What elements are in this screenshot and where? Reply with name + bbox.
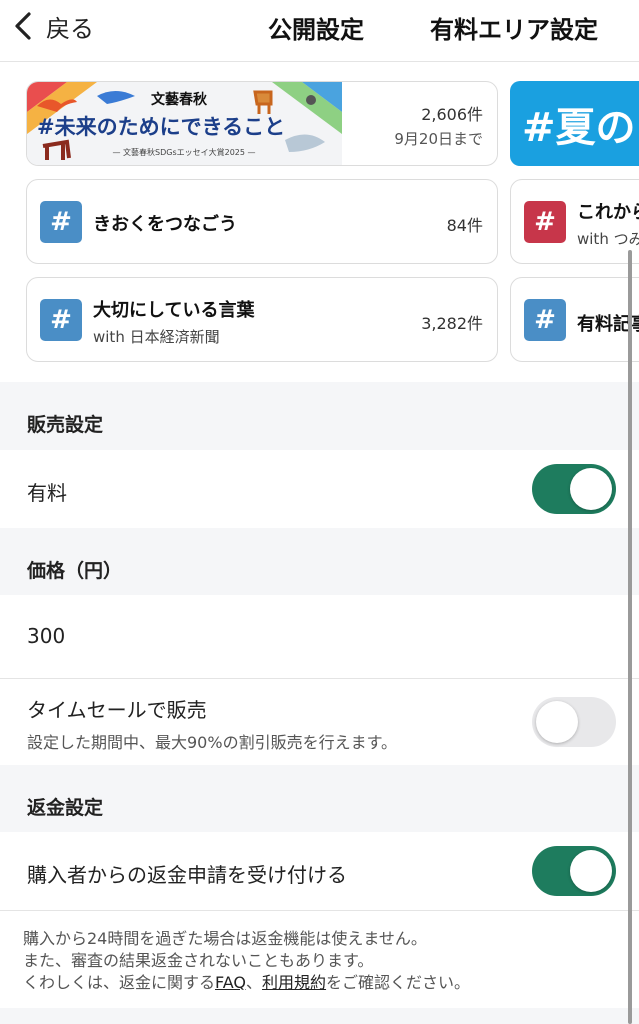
contest-banner-card[interactable]: 文藝春秋 #未来のためにできること — 文藝春秋SDGsエッセイ大賞2025 —…: [26, 81, 498, 166]
banner-deadline: 9月20日まで: [394, 130, 483, 148]
hashtag-partner: with つみ: [577, 230, 639, 248]
back-label: 戻る: [46, 14, 94, 43]
paid-toggle[interactable]: [532, 464, 616, 514]
hashtag-icon: #: [524, 299, 566, 341]
hashtag-count: 3,282件: [421, 314, 483, 333]
timesale-label: タイムセールで販売: [27, 698, 207, 722]
refund-note-prefix: くわしくは、返金に関する: [23, 973, 216, 992]
timesale-row: タイムセールで販売 設定した期間中、最大90%の割引販売を行えます。: [0, 679, 639, 765]
summer-hashtag-label: #夏の1: [522, 105, 639, 151]
paid-row: 有料: [0, 450, 639, 528]
contest-banner-image: 文藝春秋 #未来のためにできること — 文藝春秋SDGsエッセイ大賞2025 —: [27, 82, 342, 165]
tab-public-settings[interactable]: 公開設定: [268, 10, 364, 45]
chevron-left-icon: [15, 12, 31, 40]
refund-note-suffix: をご確認ください。: [326, 973, 471, 992]
hashtag-count: 84件: [446, 216, 483, 235]
refund-section-title: 返金設定: [27, 797, 104, 819]
banner-subtitle: — 文藝春秋SDGsエッセイ大賞2025 —: [112, 147, 255, 157]
hashtag-carousel[interactable]: 文藝春秋 #未来のためにできること — 文藝春秋SDGsエッセイ大賞2025 —…: [0, 62, 639, 382]
scrollbar[interactable]: [628, 250, 632, 1024]
refund-toggle[interactable]: [532, 846, 616, 896]
banner-publisher: 文藝春秋: [151, 91, 208, 108]
terms-link[interactable]: 利用規約: [262, 973, 326, 992]
refund-note-line3: くわしくは、返金に関するFAQ、利用規約をご確認ください。: [23, 969, 470, 993]
top-nav-bar: 戻る 公開設定 有料エリア設定: [0, 0, 639, 62]
timesale-description: 設定した期間中、最大90%の割引販売を行えます。: [27, 733, 397, 752]
paid-label: 有料: [27, 481, 67, 505]
price-section-title: 価格（円）: [27, 560, 123, 582]
hashtag-card-korekara[interactable]: # これから with つみ: [510, 179, 639, 264]
summer-hashtag-card[interactable]: #夏の1: [510, 81, 639, 166]
price-section-header: 価格（円）: [0, 528, 639, 595]
refund-section-header: 返金設定: [0, 765, 639, 832]
banner-hashtag: #未来のためにできること: [37, 115, 285, 139]
hashtag-title: 大切にしている言葉: [93, 300, 255, 321]
faq-link[interactable]: FAQ: [215, 973, 246, 992]
refund-note-line1: 購入から24時間を過ぎた場合は返金機能は使えません。: [23, 929, 427, 948]
refund-accept-label: 購入者からの返金申請を受け付ける: [27, 863, 347, 887]
hashtag-icon: #: [524, 201, 566, 243]
refund-note-separator: 、: [246, 973, 263, 992]
sales-section-header: 販売設定: [0, 382, 639, 450]
refund-note-line2: また、審査の結果返金されないこともあります。: [23, 951, 374, 970]
toggle-knob: [570, 468, 612, 510]
tab-paid-area-settings[interactable]: 有料エリア設定: [430, 10, 598, 45]
hashtag-title: これから: [577, 202, 639, 223]
sales-section-title: 販売設定: [27, 414, 104, 436]
hashtag-title: きおくをつなごう: [93, 214, 237, 235]
hashtag-card-kioku[interactable]: # きおくをつなごう 84件: [26, 179, 498, 264]
toggle-knob: [570, 850, 612, 892]
back-button[interactable]: 戻る: [12, 8, 94, 44]
price-input-row[interactable]: 300: [0, 595, 639, 678]
toggle-knob: [536, 701, 578, 743]
hashtag-partner: with 日本経済新聞: [93, 328, 220, 346]
hashtag-icon: #: [40, 201, 82, 243]
price-input[interactable]: 300: [27, 624, 65, 648]
timesale-toggle[interactable]: [532, 697, 616, 747]
hashtag-card-taisetsu[interactable]: # 大切にしている言葉 with 日本経済新聞 3,282件: [26, 277, 498, 362]
refund-row: 購入者からの返金申請を受け付ける: [0, 832, 639, 910]
bottom-spacer: [0, 1008, 639, 1024]
hashtag-card-paid-article[interactable]: # 有料記事: [510, 277, 639, 362]
animal-illustration-icon: [306, 95, 316, 105]
hashtag-icon: #: [40, 299, 82, 341]
divider: [0, 910, 639, 911]
banner-post-count: 2,606件: [421, 105, 483, 124]
